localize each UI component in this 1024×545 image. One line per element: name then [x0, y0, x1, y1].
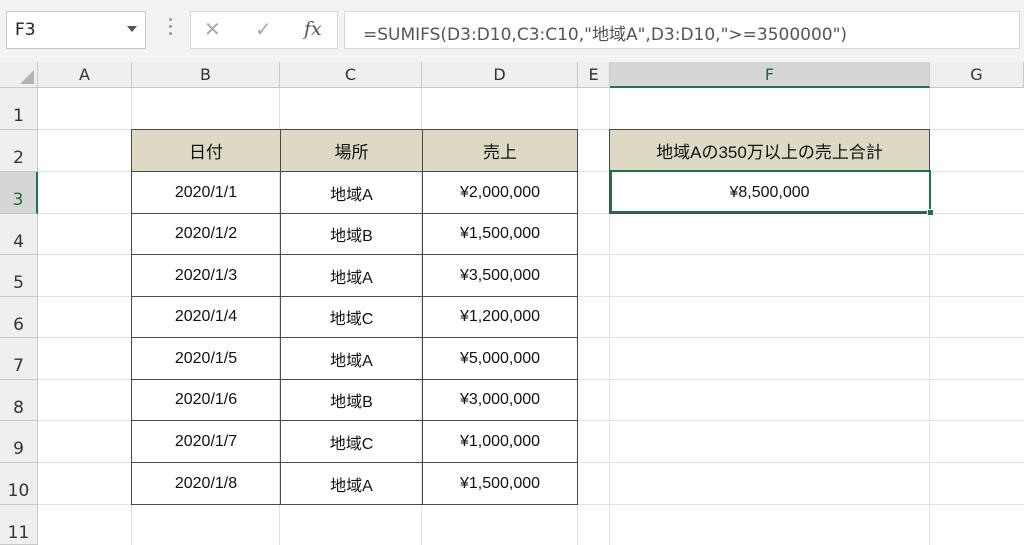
- column-header-e[interactable]: E: [578, 62, 610, 88]
- select-all-button[interactable]: [0, 62, 38, 88]
- table-cell[interactable]: ¥3,500,000: [422, 254, 578, 297]
- table-cell[interactable]: 地域A: [280, 462, 423, 505]
- row-header-7[interactable]: 7: [0, 338, 38, 380]
- table-cell[interactable]: 2020/1/3: [131, 254, 281, 297]
- table-cell[interactable]: 2020/1/4: [131, 296, 281, 338]
- column-header-f[interactable]: F: [610, 62, 930, 88]
- header-date[interactable]: 日付: [131, 129, 281, 172]
- header-location[interactable]: 場所: [280, 129, 423, 172]
- table-cell[interactable]: 2020/1/2: [131, 213, 281, 255]
- row-header-2[interactable]: 2: [0, 130, 38, 172]
- table-cell[interactable]: ¥5,000,000: [422, 337, 578, 380]
- table-cell[interactable]: 地域A: [280, 171, 423, 214]
- enter-icon[interactable]: ✓: [255, 17, 272, 41]
- select-all-icon: [20, 70, 34, 84]
- table-cell[interactable]: 2020/1/1: [131, 171, 281, 214]
- column-header-a[interactable]: A: [38, 62, 132, 88]
- table-cell[interactable]: 2020/1/8: [131, 462, 281, 505]
- row-header-4[interactable]: 4: [0, 214, 38, 255]
- column-header-c[interactable]: C: [280, 62, 422, 88]
- row-header-5[interactable]: 5: [0, 255, 38, 297]
- table-cell[interactable]: ¥2,000,000: [422, 171, 578, 214]
- row-header-11[interactable]: 11: [0, 505, 38, 545]
- table-cell[interactable]: ¥1,000,000: [422, 420, 578, 463]
- column-header-d[interactable]: D: [422, 62, 578, 88]
- row-header-10[interactable]: 10: [0, 463, 38, 505]
- formula-buttons: ✕ ✓ fx: [190, 11, 338, 49]
- table-cell[interactable]: ¥1,500,000: [422, 213, 578, 255]
- more-options-icon[interactable]: [167, 18, 173, 40]
- table-cell[interactable]: 地域C: [280, 420, 423, 463]
- row-header-9[interactable]: 9: [0, 421, 38, 463]
- table-cell[interactable]: 2020/1/7: [131, 420, 281, 463]
- summary-header-cell[interactable]: 地域Aの350万以上の売上合計: [609, 129, 930, 172]
- name-box[interactable]: F3: [6, 11, 146, 49]
- table-cell[interactable]: 地域A: [280, 337, 423, 380]
- table-cell[interactable]: 地域C: [280, 296, 423, 338]
- table-cell[interactable]: 地域B: [280, 213, 423, 255]
- row-header-6[interactable]: 6: [0, 297, 38, 338]
- name-box-value: F3: [15, 20, 36, 40]
- cancel-icon[interactable]: ✕: [204, 17, 221, 41]
- formula-input[interactable]: =SUMIFS(D3:D10,C3:C10,"地域A",D3:D10,">=35…: [344, 11, 1020, 49]
- formula-bar-area: F3 ✕ ✓ fx =SUMIFS(D3:D10,C3:C10,"地域A",D3…: [0, 0, 1024, 62]
- row-header-8[interactable]: 8: [0, 380, 38, 421]
- table-cell[interactable]: ¥1,500,000: [422, 462, 578, 505]
- table-cell[interactable]: ¥1,200,000: [422, 296, 578, 338]
- insert-function-icon[interactable]: fx: [304, 18, 322, 40]
- table-cell[interactable]: ¥3,000,000: [422, 379, 578, 421]
- formula-text: =SUMIFS(D3:D10,C3:C10,"地域A",D3:D10,">=35…: [363, 25, 848, 45]
- fill-handle[interactable]: [927, 209, 934, 216]
- table-cell[interactable]: 地域A: [280, 254, 423, 297]
- column-header-g[interactable]: G: [930, 62, 1024, 88]
- table-cell[interactable]: 地域B: [280, 379, 423, 421]
- table-cell[interactable]: 2020/1/6: [131, 379, 281, 421]
- table-cell[interactable]: 2020/1/5: [131, 337, 281, 380]
- chevron-down-icon[interactable]: [127, 26, 137, 32]
- row-header-1[interactable]: 1: [0, 88, 38, 130]
- active-cell-border: [610, 170, 931, 213]
- row-header-3[interactable]: 3: [0, 172, 38, 214]
- header-sales[interactable]: 売上: [422, 129, 578, 172]
- column-header-b[interactable]: B: [132, 62, 280, 88]
